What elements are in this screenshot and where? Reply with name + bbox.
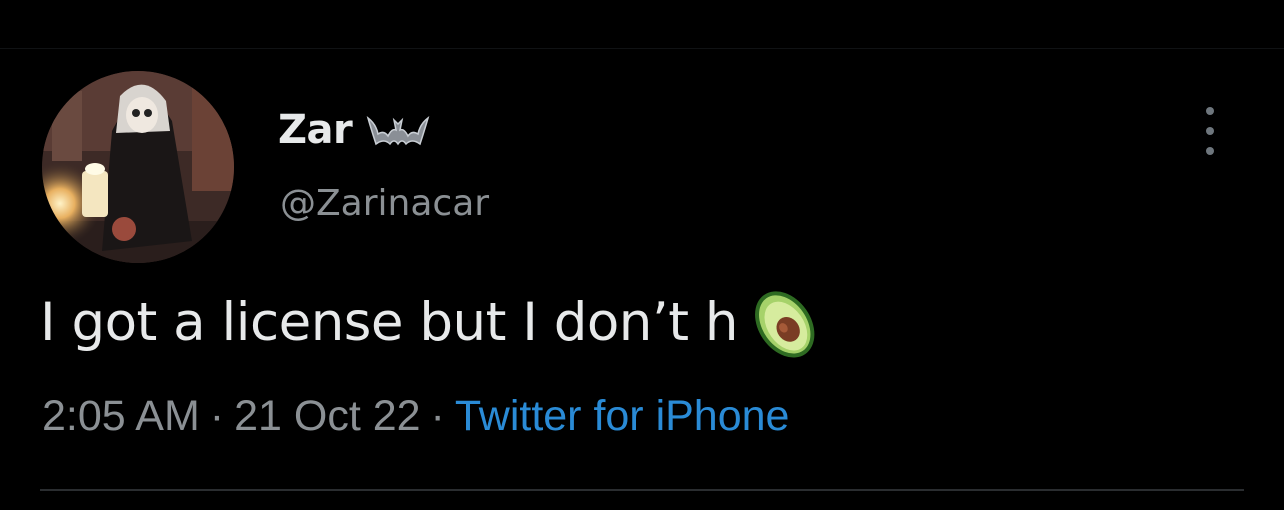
- author-handle[interactable]: @Zarinacar: [280, 183, 489, 224]
- meta-separator: ·: [209, 392, 225, 440]
- bottom-divider: [40, 489, 1244, 491]
- bat-icon: [366, 110, 430, 150]
- tweet-time[interactable]: 2:05 AM: [42, 392, 200, 440]
- more-dot: [1206, 147, 1214, 155]
- avatar[interactable]: [42, 71, 234, 263]
- tweet-source-link[interactable]: Twitter for iPhone: [455, 392, 790, 440]
- tweet-card: Zar @Zarinacar I got a license but I don…: [0, 49, 1284, 510]
- tweet-text-row: I got a license but I don’t h: [40, 281, 824, 363]
- meta-separator: ·: [430, 392, 445, 440]
- more-dot: [1206, 107, 1214, 115]
- more-options-icon[interactable]: [1196, 101, 1224, 161]
- tweet-meta: 2:05 AM · 21 Oct 22 · Twitter for iPhone: [42, 392, 789, 441]
- tweet-text: I got a license but I don’t h: [40, 291, 738, 353]
- avocado-icon: [742, 281, 824, 363]
- author-name-row[interactable]: Zar: [278, 105, 430, 155]
- display-name[interactable]: Zar: [278, 107, 353, 153]
- tweet-date[interactable]: 21 Oct 22: [234, 392, 420, 440]
- more-dot: [1206, 127, 1214, 135]
